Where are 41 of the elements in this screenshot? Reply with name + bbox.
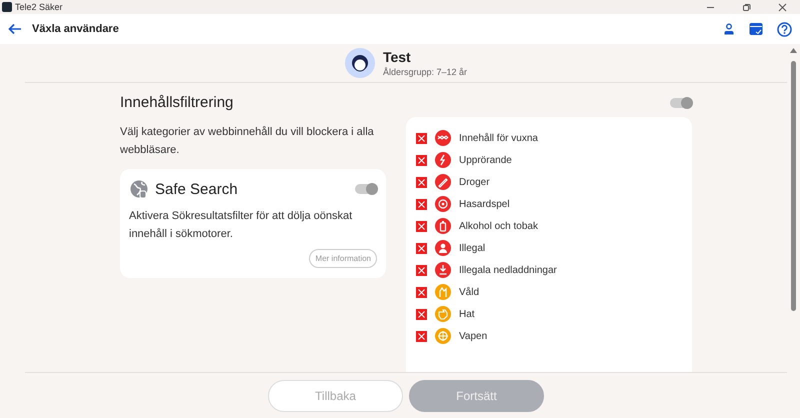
back-arrow-icon[interactable] [8, 23, 22, 35]
continue-button[interactable]: Fortsätt [409, 380, 544, 412]
category-label: Droger [459, 176, 490, 188]
checkbox[interactable] [416, 286, 427, 298]
checkbox[interactable] [416, 264, 427, 276]
restore-icon[interactable] [742, 2, 750, 12]
category-label: Illegal [459, 242, 486, 254]
globe-shield-icon [129, 179, 149, 199]
help-icon[interactable] [777, 22, 792, 36]
checkbox[interactable] [416, 308, 427, 320]
category-label: Upprörande [459, 154, 512, 166]
category-label: Våld [459, 286, 480, 298]
section-title: Innehållsfiltrering [120, 94, 234, 111]
card-description: Aktivera Sökresultatsfilter för att dölja oönskat innehåll i sökmotorer. [129, 209, 354, 242]
checkbox[interactable] [416, 242, 427, 254]
user-icon[interactable] [723, 23, 735, 35]
category-label: Alkohol och tobak [459, 220, 538, 232]
checkbox[interactable] [416, 132, 427, 144]
avatar-icon [344, 48, 375, 78]
window-title: Tele2 Säker [15, 2, 64, 12]
checkbox[interactable] [416, 220, 427, 232]
card-icon[interactable] [749, 22, 763, 36]
category-label: Hasardspel [459, 198, 510, 210]
age-group-label: Åldersgrupp: 7–12 år [382, 67, 468, 77]
category-label: Hat [459, 308, 475, 320]
category-label: Illegala nedladdningar [459, 264, 557, 276]
category-label: Vapen [459, 330, 488, 342]
checkbox[interactable] [416, 330, 427, 342]
card-title: Safe Search [155, 180, 239, 198]
checkbox[interactable] [416, 176, 427, 188]
app-logo-icon [2, 2, 12, 12]
profile-name: Test [382, 49, 412, 65]
checkbox[interactable] [416, 154, 427, 166]
checkbox[interactable] [416, 198, 427, 210]
scroll-up-icon[interactable] [790, 48, 797, 53]
category-label: Innehåll för vuxna [459, 132, 538, 144]
close-icon[interactable] [778, 2, 786, 12]
page-title: Växla användare [32, 23, 120, 35]
scrollbar-thumb[interactable] [791, 61, 796, 311]
back-button[interactable]: Tillbaka [268, 380, 403, 412]
section-description: Välj kategorier av webbinnehåll du vill blockera i alla webbläsare. [120, 125, 375, 158]
